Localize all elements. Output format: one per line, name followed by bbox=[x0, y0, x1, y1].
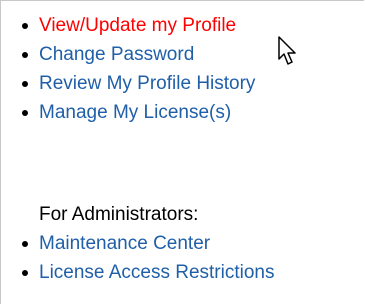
bullet-icon bbox=[22, 241, 28, 247]
bullet-icon bbox=[22, 81, 28, 87]
menu-item-view-update-profile: View/Update my Profile bbox=[19, 11, 255, 40]
maintenance-center-link[interactable]: Maintenance Center bbox=[39, 233, 210, 254]
menu-panel: View/Update my Profile Change Password R… bbox=[0, 0, 364, 304]
admin-menu-list: Maintenance Center License Access Restri… bbox=[19, 229, 275, 287]
manage-licenses-link[interactable]: Manage My License(s) bbox=[39, 102, 231, 123]
change-password-link[interactable]: Change Password bbox=[39, 44, 194, 65]
bullet-icon bbox=[22, 52, 28, 58]
menu-item-manage-licenses: Manage My License(s) bbox=[19, 98, 255, 127]
license-access-restrictions-link[interactable]: License Access Restrictions bbox=[39, 262, 275, 283]
menu-item-maintenance-center: Maintenance Center bbox=[19, 229, 275, 258]
review-profile-history-link[interactable]: Review My Profile History bbox=[39, 73, 255, 94]
user-menu-list: View/Update my Profile Change Password R… bbox=[19, 11, 255, 127]
bullet-icon bbox=[22, 23, 28, 29]
administrators-heading: For Administrators: bbox=[39, 204, 199, 225]
menu-item-change-password: Change Password bbox=[19, 40, 255, 69]
arrow-pointer-icon bbox=[278, 36, 296, 65]
bullet-icon bbox=[22, 110, 28, 116]
menu-item-license-access-restrictions: License Access Restrictions bbox=[19, 258, 275, 287]
menu-item-review-profile-history: Review My Profile History bbox=[19, 69, 255, 98]
view-update-profile-link[interactable]: View/Update my Profile bbox=[39, 15, 236, 36]
bullet-icon bbox=[22, 270, 28, 276]
